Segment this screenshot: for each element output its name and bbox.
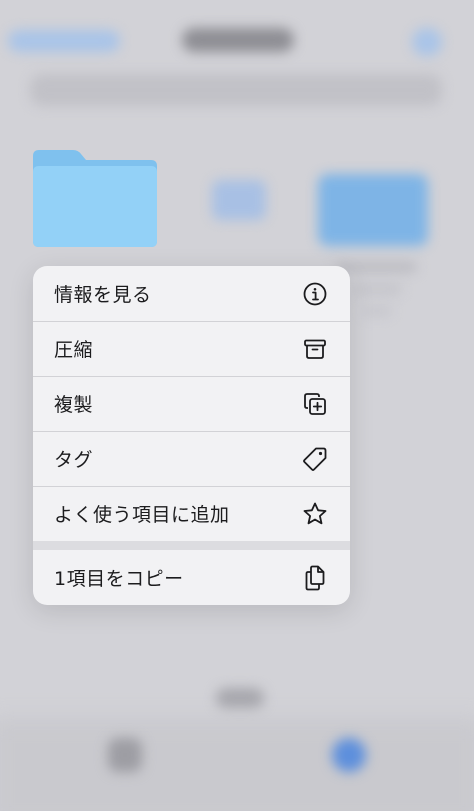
menu-item-label: タグ bbox=[54, 449, 94, 471]
tab-bar-blurred bbox=[0, 718, 474, 811]
archive-box-icon bbox=[302, 336, 328, 362]
menu-item-label: 1項目をコピー bbox=[54, 568, 184, 590]
menu-item-label: 複製 bbox=[54, 394, 94, 416]
file-caption-blurred bbox=[352, 284, 402, 294]
menu-item-label: 情報を見る bbox=[54, 284, 152, 306]
star-icon bbox=[302, 501, 328, 527]
copy-docs-icon bbox=[302, 565, 328, 591]
tab-icon-blurred bbox=[108, 738, 142, 772]
tab-icon-blurred bbox=[332, 738, 366, 772]
menu-item-label: よく使う項目に追加 bbox=[54, 504, 230, 526]
selected-folder[interactable] bbox=[33, 150, 157, 247]
folder-icon bbox=[33, 150, 157, 247]
document-thumbnail-blurred bbox=[212, 180, 266, 220]
item-count-blurred bbox=[216, 688, 264, 708]
tag-icon bbox=[302, 446, 328, 472]
context-menu: 情報を見る 圧縮 複製 タグ よく使う項目に追加 1項目をコピー bbox=[33, 266, 350, 605]
more-button-blurred bbox=[412, 28, 442, 56]
folder-thumbnail-blurred bbox=[318, 174, 428, 246]
menu-item-duplicate[interactable]: 複製 bbox=[33, 376, 350, 431]
menu-item-tags[interactable]: タグ bbox=[33, 431, 350, 486]
back-button-blurred bbox=[8, 30, 120, 52]
info-icon bbox=[302, 281, 328, 307]
menu-item-copy[interactable]: 1項目をコピー bbox=[33, 550, 350, 605]
file-caption-blurred bbox=[362, 306, 392, 316]
menu-item-add-to-favorites[interactable]: よく使う項目に追加 bbox=[33, 486, 350, 541]
menu-item-label: 圧縮 bbox=[54, 339, 94, 361]
menu-item-get-info[interactable]: 情報を見る bbox=[33, 266, 350, 321]
duplicate-icon bbox=[302, 391, 328, 417]
menu-group-separator bbox=[33, 541, 350, 550]
menu-item-compress[interactable]: 圧縮 bbox=[33, 321, 350, 376]
search-bar-blurred bbox=[30, 74, 442, 106]
nav-title-blurred bbox=[182, 28, 294, 52]
